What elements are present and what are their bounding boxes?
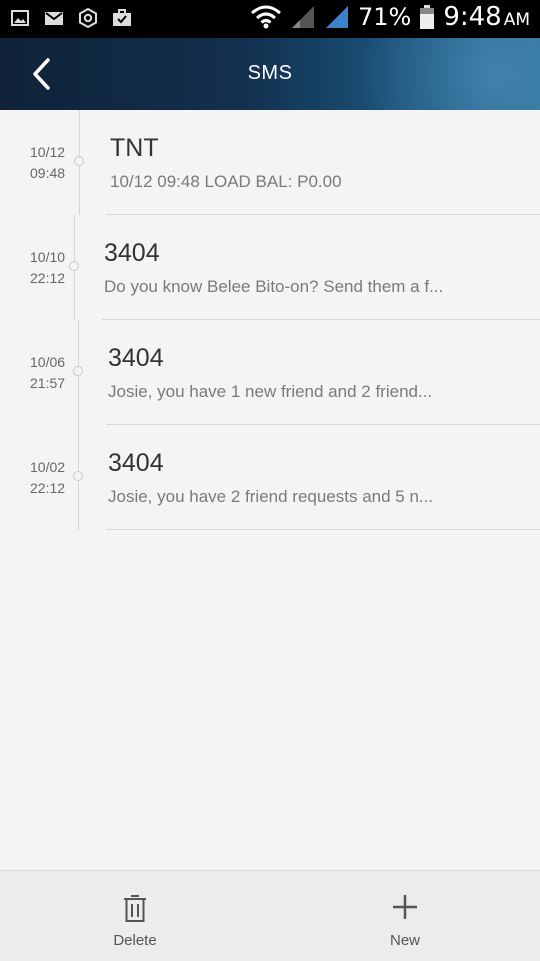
delete-button[interactable]: Delete [75, 871, 195, 961]
message-sender: 3404 [104, 239, 160, 267]
timeline-dot [74, 156, 84, 166]
message-preview: 10/12 09:48 LOAD BAL: P0.00 [110, 172, 342, 191]
message-time: 09:48 [30, 165, 66, 181]
message-time: 21:57 [30, 375, 66, 391]
message-time: 22:12 [30, 270, 66, 286]
status-bar-system: 71% 9:48 AM [250, 2, 530, 32]
trash-icon [124, 895, 146, 922]
message-timestamp: 10/06 21:57 [30, 352, 65, 394]
wifi-icon [250, 5, 281, 29]
timeline-dot [69, 261, 79, 271]
message-sender: TNT [110, 134, 159, 162]
message-sender: 3404 [108, 449, 164, 477]
page-title: SMS [247, 62, 293, 84]
status-bar-notifications [10, 8, 132, 28]
message-preview: Josie, you have 1 new friend and 2 frien… [108, 382, 433, 401]
timeline-dot [73, 471, 83, 481]
message-preview: Do you know Belee Bito-on? Send them a f… [104, 277, 444, 296]
plus-icon [393, 895, 417, 919]
delete-label: Delete [113, 932, 157, 949]
battery-percentage: 71% [357, 3, 412, 31]
briefcase-icon [113, 9, 131, 26]
clock-ampm: AM [503, 10, 530, 30]
settings-icon [79, 8, 97, 28]
new-message-button[interactable]: New [345, 871, 465, 961]
message-date: 10/10 [30, 249, 66, 265]
clock-time: 9:48 [443, 2, 502, 32]
message-item[interactable]: 10/02 22:12 3404 Josie, you have 2 frien… [0, 425, 540, 530]
message-timestamp: 10/12 09:48 [30, 142, 65, 184]
message-date: 10/06 [30, 354, 66, 370]
message-date: 10/02 [30, 459, 66, 475]
message-item[interactable]: 10/10 22:12 3404 Do you know Belee Bito-… [0, 215, 540, 320]
clock: 9:48 AM [443, 2, 530, 32]
signal-icon [291, 6, 314, 28]
message-date: 10/12 [30, 144, 66, 160]
gmail-icon [45, 12, 63, 25]
message-timestamp: 10/10 22:12 [30, 247, 65, 289]
status-bar: 71% 9:48 AM [0, 0, 540, 38]
message-time: 22:12 [30, 480, 66, 496]
message-preview: Josie, you have 2 friend requests and 5 … [108, 487, 434, 506]
new-label: New [389, 932, 420, 949]
battery-icon [420, 5, 435, 29]
divider [106, 529, 540, 530]
message-item[interactable]: 10/06 21:57 3404 Josie, you have 1 new f… [0, 320, 540, 425]
message-sender: 3404 [108, 344, 164, 372]
message-list: 10/12 09:48 TNT 10/12 09:48 LOAD BAL: P0… [0, 110, 540, 530]
timeline-dot [73, 366, 83, 376]
signal-icon [325, 6, 348, 28]
app-header: SMS [0, 38, 540, 110]
message-timestamp: 10/02 22:12 [30, 457, 65, 499]
bottom-action-bar: Delete New [0, 870, 540, 961]
image-icon [11, 10, 29, 26]
message-item[interactable]: 10/12 09:48 TNT 10/12 09:48 LOAD BAL: P0… [0, 110, 540, 215]
